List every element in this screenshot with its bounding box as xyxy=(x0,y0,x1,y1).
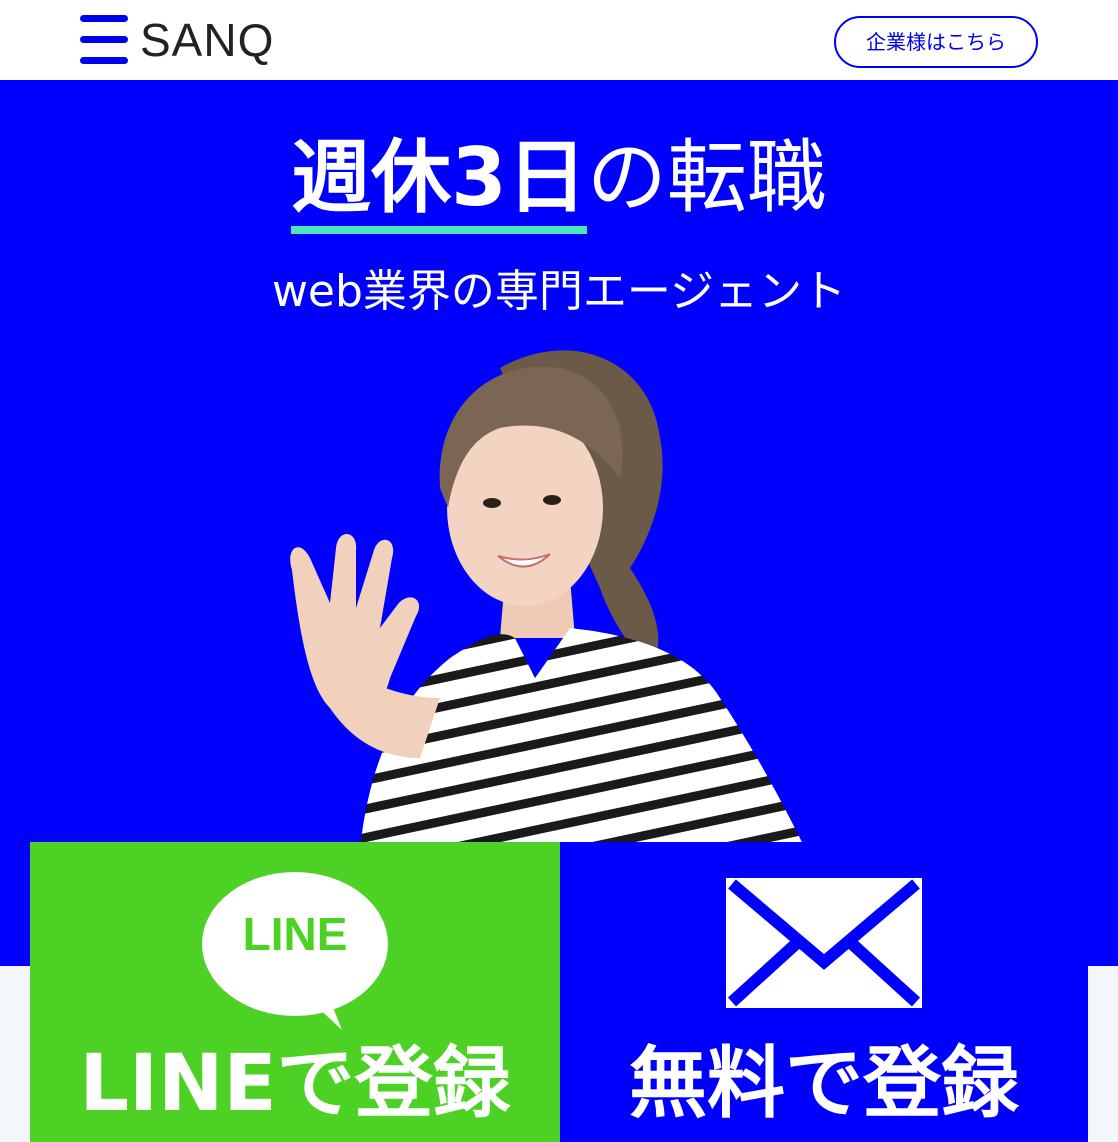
hero-title-rest: の転職 xyxy=(586,131,827,224)
hero-title: 週休3日の転職 xyxy=(0,130,1118,234)
envelope-icon xyxy=(726,878,922,1008)
corporate-link-button[interactable]: 企業様はこちら xyxy=(834,16,1038,68)
site-logo[interactable]: SANQ xyxy=(140,14,274,66)
line-register-button[interactable]: LINE LINEで登録 xyxy=(30,842,560,1142)
line-logo-text: LINE xyxy=(242,908,348,960)
woman-waving-photo xyxy=(290,350,805,848)
email-register-button[interactable]: 無料で登録 xyxy=(560,842,1088,1142)
hamburger-menu-icon[interactable] xyxy=(80,15,128,65)
email-register-label: 無料で登録 xyxy=(628,1039,1019,1129)
hero-section: 週休3日の転職 web業界の専門エージェント xyxy=(0,80,1118,966)
hero-subtitle: web業界の専門エージェント xyxy=(271,266,847,317)
site-header: SANQ 企業様はこちら xyxy=(0,0,1118,80)
line-register-label: LINEで登録 xyxy=(79,1039,511,1129)
hero-title-highlight: 週休3日 xyxy=(291,131,587,234)
